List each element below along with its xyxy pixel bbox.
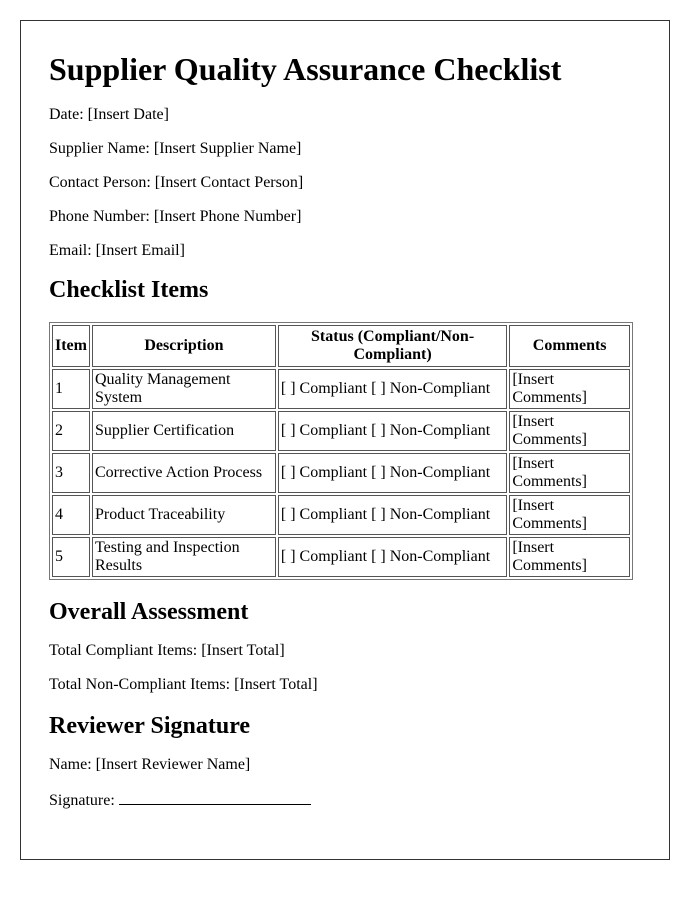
column-header-description: Description <box>91 325 276 367</box>
item-status: [ ] Compliant [ ] Non-Compliant <box>277 537 508 577</box>
reviewer-signature-heading: Reviewer Signature <box>49 713 251 739</box>
date-label: Date: <box>49 106 84 123</box>
table-row: 1 Quality Management System [ ] Complian… <box>52 369 630 409</box>
email-field: Email: [Insert Email] <box>49 242 649 260</box>
item-number: 3 <box>52 453 90 493</box>
item-status: [ ] Compliant [ ] Non-Compliant <box>277 495 508 535</box>
item-status: [ ] Compliant [ ] Non-Compliant <box>277 453 508 493</box>
contact-person-value: [Insert Contact Person] <box>154 174 304 191</box>
table-header-row: Item Description Status (Compliant/Non-C… <box>52 325 630 367</box>
page-title: Supplier Quality Assurance Checklist <box>49 51 562 87</box>
column-header-item: Item <box>52 325 90 367</box>
date-value: [Insert Date] <box>87 106 169 123</box>
contact-person-field: Contact Person: [Insert Contact Person] <box>49 174 649 192</box>
phone-number-value: [Insert Phone Number] <box>153 208 302 225</box>
signature-label: Signature: <box>49 792 115 809</box>
supplier-name-field: Supplier Name: [Insert Supplier Name] <box>49 140 649 158</box>
signature-field: Signature: <box>49 790 649 810</box>
table-row: 3 Corrective Action Process [ ] Complian… <box>52 453 630 493</box>
total-compliant: Total Compliant Items: [Insert Total] <box>49 642 285 659</box>
item-comments: [Insert Comments] <box>509 453 630 493</box>
item-comments: [Insert Comments] <box>509 369 630 409</box>
item-comments: [Insert Comments] <box>509 411 630 451</box>
reviewer-name: Name: [Insert Reviewer Name] <box>49 756 251 773</box>
table-row: 2 Supplier Certification [ ] Compliant [… <box>52 411 630 451</box>
reviewer-section: Name: [Insert Reviewer Name] Signature: <box>49 756 649 810</box>
phone-number-field: Phone Number: [Insert Phone Number] <box>49 208 649 226</box>
item-comments: [Insert Comments] <box>509 495 630 535</box>
item-description: Quality Management System <box>91 369 276 409</box>
document-page: Supplier Quality Assurance Checklist Dat… <box>20 20 670 860</box>
overall-assessment-heading: Overall Assessment <box>49 599 249 625</box>
item-status: [ ] Compliant [ ] Non-Compliant <box>277 411 508 451</box>
signature-line <box>118 790 311 805</box>
table-row: 5 Testing and Inspection Results [ ] Com… <box>52 537 630 577</box>
checklist-table: Item Description Status (Compliant/Non-C… <box>49 322 633 580</box>
phone-number-label: Phone Number: <box>49 208 150 225</box>
date-field: Date: [Insert Date] <box>49 106 649 124</box>
contact-person-label: Contact Person: <box>49 174 151 191</box>
column-header-comments: Comments <box>509 325 630 367</box>
supplier-name-label: Supplier Name: <box>49 140 150 157</box>
item-description: Product Traceability <box>91 495 276 535</box>
checklist-heading: Checklist Items <box>49 277 209 303</box>
supplier-info: Date: [Insert Date] Supplier Name: [Inse… <box>49 106 649 260</box>
item-number: 1 <box>52 369 90 409</box>
item-status: [ ] Compliant [ ] Non-Compliant <box>277 369 508 409</box>
supplier-name-value: [Insert Supplier Name] <box>153 140 302 157</box>
overall-assessment: Total Compliant Items: [Insert Total] To… <box>49 642 649 694</box>
email-label: Email: <box>49 242 92 259</box>
table-row: 4 Product Traceability [ ] Compliant [ ]… <box>52 495 630 535</box>
item-description: Testing and Inspection Results <box>91 537 276 577</box>
column-header-status: Status (Compliant/Non-Compliant) <box>277 325 508 367</box>
total-non-compliant: Total Non-Compliant Items: [Insert Total… <box>49 676 318 693</box>
item-comments: [Insert Comments] <box>509 537 630 577</box>
email-value: [Insert Email] <box>95 242 185 259</box>
item-description: Corrective Action Process <box>91 453 276 493</box>
item-number: 2 <box>52 411 90 451</box>
item-number: 5 <box>52 537 90 577</box>
item-description: Supplier Certification <box>91 411 276 451</box>
item-number: 4 <box>52 495 90 535</box>
